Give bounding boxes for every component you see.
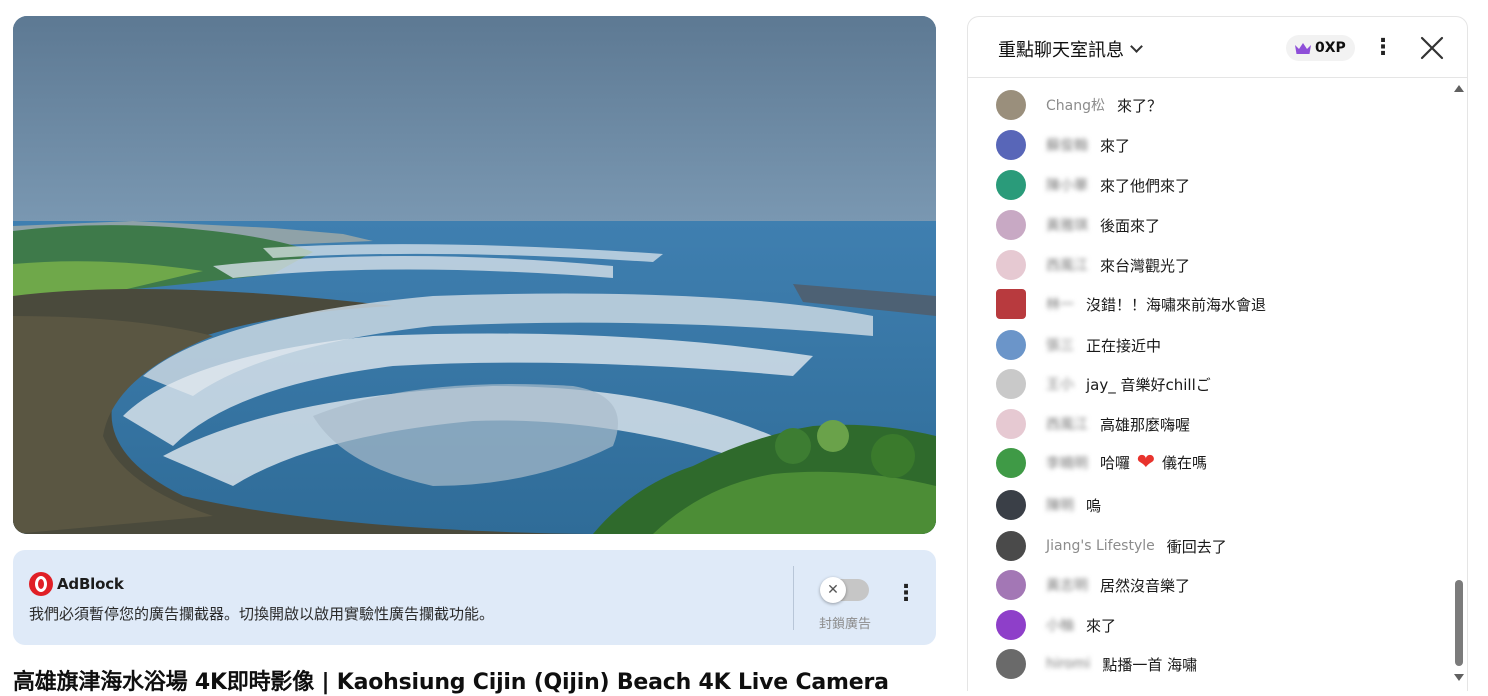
avatar[interactable]: [996, 570, 1026, 600]
chat-author[interactable]: 陳小華: [1046, 175, 1088, 195]
crown-icon: [1295, 42, 1311, 54]
chat-message[interactable]: 黃雅琪 後面來了: [996, 209, 1446, 241]
video-frame: [13, 16, 936, 534]
chat-message[interactable]: 林一 沒錯！！海嘯來前海水會退: [996, 288, 1446, 320]
chat-author[interactable]: 小柚: [1046, 615, 1074, 635]
scrollbar-thumb[interactable]: [1455, 580, 1463, 666]
chat-author[interactable]: 王小: [1046, 374, 1074, 394]
xp-label: 0XP: [1315, 40, 1346, 56]
chat-text: jay_ 音樂好chillご: [1086, 375, 1211, 394]
chat-author[interactable]: 黃雅琪: [1046, 215, 1088, 235]
chat-message[interactable]: Chang松 來了？: [996, 89, 1446, 121]
chat-message[interactable]: 陳小華 來了他們來了: [996, 169, 1446, 201]
chat-message[interactable]: 張三 正在接近中: [996, 329, 1446, 361]
chat-header: 重點聊天室訊息 0XP ⋮: [968, 17, 1467, 78]
chat-mode-selector[interactable]: 重點聊天室訊息: [998, 36, 1143, 62]
chat-message[interactable]: 西風江 高雄那麼嗨喔: [996, 408, 1446, 440]
chat-author[interactable]: Chang松: [1046, 95, 1105, 115]
adblock-toggle[interactable]: ✕: [820, 577, 869, 603]
chat-author[interactable]: hiromi: [1046, 656, 1090, 672]
chat-text: 嗚: [1086, 496, 1102, 515]
chat-author[interactable]: 林一: [1046, 294, 1074, 314]
avatar[interactable]: [996, 409, 1026, 439]
adblock-logo-icon: [29, 572, 53, 596]
chat-text: 正在接近中: [1086, 336, 1162, 355]
chat-message[interactable]: 西風江 來台灣觀光了: [996, 249, 1446, 281]
chat-message[interactable]: 李曉明 哈囉 ❤ 儀在嗎: [996, 447, 1446, 479]
avatar[interactable]: [996, 170, 1026, 200]
chat-author[interactable]: Jiang's Lifestyle: [1046, 538, 1155, 554]
chevron-down-icon: [1130, 39, 1143, 53]
video-title: 高雄旗津海水浴場 4K即時影像 | Kaohsiung Cijin (Qijin…: [13, 670, 889, 695]
chat-message[interactable]: 陳明 嗚: [996, 489, 1446, 521]
adblock-brand: AdBlock: [57, 575, 124, 593]
chat-message[interactable]: 小柚 來了: [996, 609, 1446, 641]
chat-message[interactable]: Jiang's Lifestyle 衝回去了: [996, 530, 1446, 562]
close-icon[interactable]: [1419, 35, 1445, 61]
chat-text: 來了: [1100, 136, 1131, 155]
chat-author[interactable]: 陳明: [1046, 495, 1074, 515]
chat-text: 後面來了: [1100, 216, 1161, 235]
close-icon: ✕: [820, 577, 846, 603]
chat-author[interactable]: 西風江: [1046, 414, 1088, 434]
chat-author[interactable]: 張三: [1046, 335, 1074, 355]
chat-text: 哈囉 ❤ 儀在嗎: [1100, 450, 1207, 476]
live-chat-panel: 重點聊天室訊息 0XP ⋮ Chang松 來了？ 蘇俊翰 來了 陳小華 來了他們…: [967, 16, 1468, 691]
chat-message[interactable]: 王小 jay_ 音樂好chillご: [996, 368, 1446, 400]
more-vert-icon[interactable]: ⋮: [895, 581, 917, 607]
heart-icon: ❤: [1136, 450, 1156, 476]
avatar[interactable]: [996, 490, 1026, 520]
avatar[interactable]: [996, 448, 1026, 478]
chat-text: 來了他們來了: [1100, 176, 1191, 195]
chat-author[interactable]: 黃志明: [1046, 575, 1088, 595]
chat-author[interactable]: 李曉明: [1046, 453, 1088, 473]
chat-text: 衝回去了: [1166, 537, 1227, 556]
chat-text: 來台灣觀光了: [1100, 256, 1191, 275]
adblock-toggle-label: 封鎖廣告: [818, 617, 871, 632]
chat-author[interactable]: 蘇俊翰: [1046, 135, 1088, 155]
xp-badge[interactable]: 0XP: [1286, 35, 1355, 61]
chat-text: 沒錯！！海嘯來前海水會退: [1086, 295, 1267, 314]
chat-text: 高雄那麼嗨喔: [1100, 415, 1191, 434]
scroll-down-arrow-icon[interactable]: [1454, 674, 1464, 681]
avatar[interactable]: [996, 90, 1026, 120]
avatar[interactable]: [996, 210, 1026, 240]
adblock-logo: AdBlock: [29, 572, 124, 596]
avatar[interactable]: [996, 250, 1026, 280]
chat-message[interactable]: 黃志明 居然沒音樂了: [996, 569, 1446, 601]
avatar[interactable]: [996, 130, 1026, 160]
avatar[interactable]: [996, 531, 1026, 561]
avatar[interactable]: [996, 649, 1026, 679]
divider: [793, 566, 794, 630]
chat-author[interactable]: 西風江: [1046, 255, 1088, 275]
adblock-message: 我們必須暫停您的廣告攔截器。切換開啟以啟用實驗性廣告攔截功能。: [29, 605, 495, 623]
chat-message[interactable]: 蘇俊翰 來了: [996, 129, 1446, 161]
chat-message[interactable]: hiromi 點播一首 海嘯: [996, 648, 1446, 680]
chat-mode-label: 重點聊天室訊息: [998, 40, 1124, 61]
chat-text: 來了: [1086, 616, 1117, 635]
chat-text: 居然沒音樂了: [1100, 576, 1191, 595]
adblock-banner: AdBlock 我們必須暫停您的廣告攔截器。切換開啟以啟用實驗性廣告攔截功能。 …: [13, 550, 936, 645]
avatar[interactable]: [996, 330, 1026, 360]
scroll-up-arrow-icon[interactable]: [1454, 85, 1464, 92]
chat-text: 來了？: [1117, 96, 1163, 115]
more-vert-icon[interactable]: ⋮: [1372, 34, 1394, 62]
avatar[interactable]: [996, 610, 1026, 640]
chat-text: 點播一首 海嘯: [1102, 655, 1198, 674]
video-player[interactable]: [13, 16, 936, 534]
avatar[interactable]: [996, 289, 1026, 319]
avatar[interactable]: [996, 369, 1026, 399]
